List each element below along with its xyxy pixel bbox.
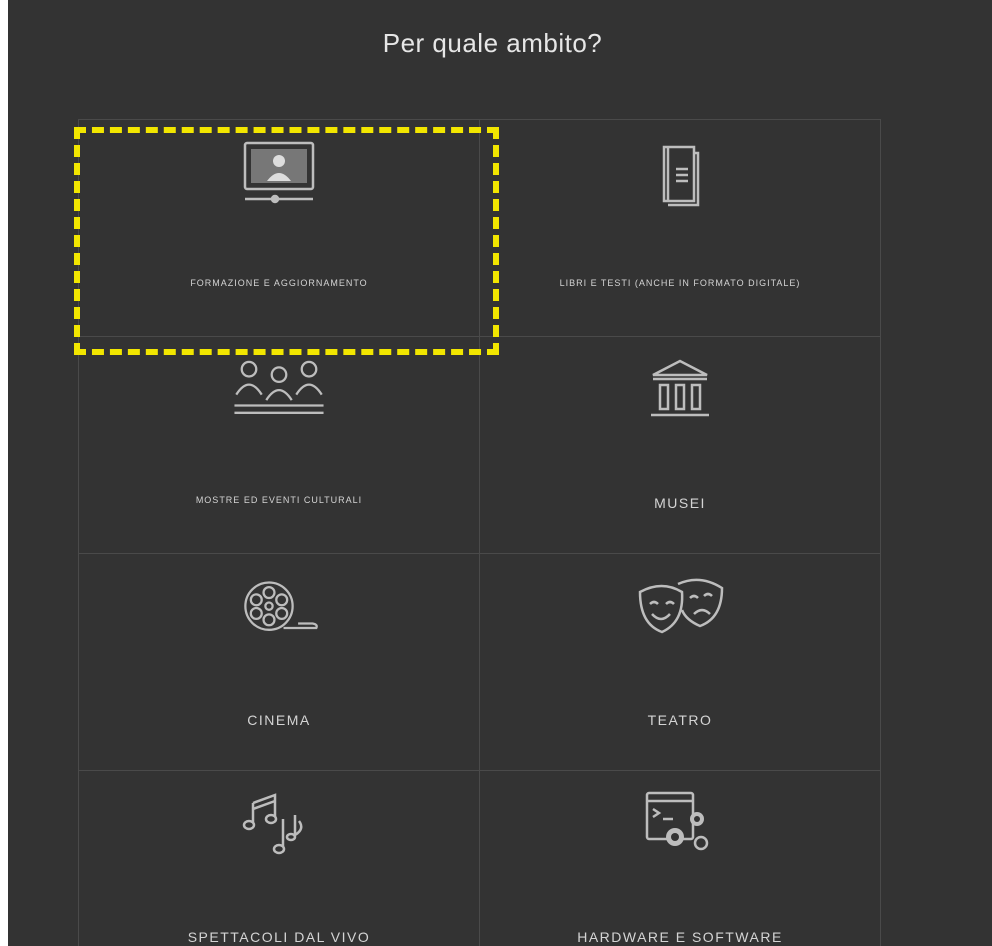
- category-formazione[interactable]: FORMAZIONE E AGGIORNAMENTO: [79, 120, 480, 337]
- museum-icon: [630, 353, 730, 429]
- category-label: MOSTRE ED EVENTI CULTURALI: [195, 495, 363, 505]
- category-label: LIBRI E TESTI (ANCHE IN FORMATO DIGITALE…: [559, 278, 801, 288]
- category-label: TEATRO: [647, 712, 713, 728]
- film-reel-icon: [229, 570, 329, 646]
- category-mostre[interactable]: MOSTRE ED EVENTI CULTURALI: [79, 337, 480, 554]
- category-grid: FORMAZIONE E AGGIORNAMENTO LIBRI E TESTI…: [78, 119, 881, 946]
- category-label: HARDWARE E SOFTWARE: [577, 929, 783, 945]
- software-gears-icon: [630, 787, 730, 863]
- category-label: MUSEI: [654, 495, 706, 511]
- category-teatro[interactable]: TEATRO: [480, 554, 881, 771]
- theater-masks-icon: [630, 570, 730, 646]
- category-label: SPETTACOLI DAL VIVO: [187, 929, 371, 945]
- category-cinema[interactable]: CINEMA: [79, 554, 480, 771]
- category-label: FORMAZIONE E AGGIORNAMENTO: [190, 278, 368, 288]
- video-lesson-icon: [229, 136, 329, 212]
- music-notes-icon: [229, 787, 329, 863]
- category-musei[interactable]: MUSEI: [480, 337, 881, 554]
- category-label: CINEMA: [247, 712, 311, 728]
- page-title: Per quale ambito?: [382, 28, 603, 58]
- category-spettacoli[interactable]: SPETTACOLI DAL VIVO: [79, 771, 480, 946]
- category-libri[interactable]: LIBRI E TESTI (ANCHE IN FORMATO DIGITALE…: [480, 120, 881, 337]
- book-icon: [630, 136, 730, 212]
- category-panel: Per quale ambito? FORMAZIONE E AGGIORNAM…: [8, 0, 992, 946]
- audience-icon: [229, 353, 329, 429]
- category-hardware-software[interactable]: HARDWARE E SOFTWARE: [480, 771, 881, 946]
